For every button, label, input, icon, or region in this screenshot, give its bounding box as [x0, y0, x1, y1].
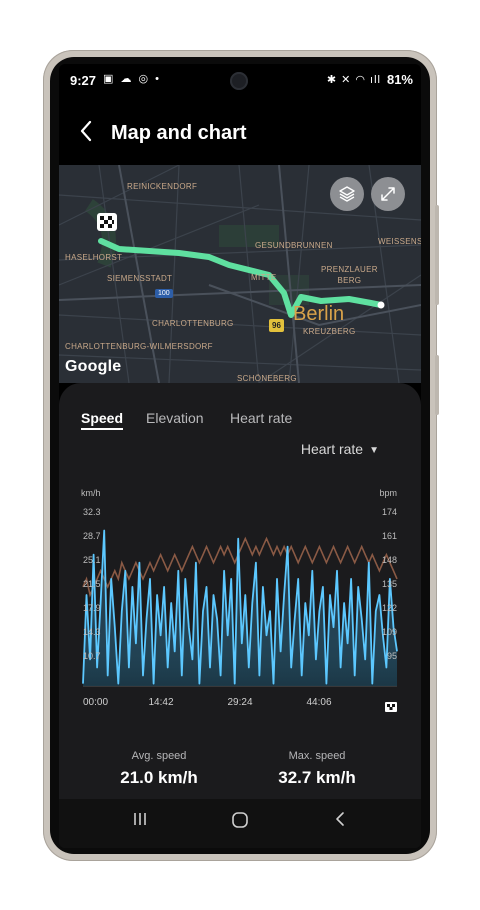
- map-label-berlin: Berlin: [293, 303, 345, 325]
- map-label-siemensstadt: SIEMENSSTADT: [107, 274, 173, 283]
- tab-heart-rate[interactable]: Heart rate: [230, 410, 292, 426]
- recent-apps-button[interactable]: [125, 811, 155, 835]
- page-title: Map and chart: [111, 122, 247, 144]
- map-expand-button[interactable]: [371, 177, 405, 211]
- y-right-tick-label: 161: [382, 531, 397, 541]
- power-button: [435, 205, 439, 305]
- map-label-gesundbrunnen: GESUNDBRUNNEN: [255, 241, 333, 250]
- overlay-dropdown[interactable]: Heart rate ▼: [301, 441, 379, 457]
- map-label-weissensee: WEISSENS: [378, 237, 421, 246]
- y-right-tick-label: 109: [382, 627, 397, 637]
- finish-flag-icon: [97, 213, 117, 231]
- notification-icons: ▣ ☁ ◎ •: [103, 73, 162, 85]
- map-label-charlottenburg-wilmersdorf: CHARLOTTENBURG-WILMERSDORF: [65, 342, 213, 351]
- map-label-haselhorst: HASELHORST: [65, 253, 123, 262]
- caret-down-icon: ▼: [369, 444, 379, 456]
- battery-level: 81%: [386, 72, 413, 87]
- recents-icon: [134, 813, 146, 825]
- map-label-reinickendorf: REINICKENDORF: [127, 182, 198, 191]
- y-left-tick-label: 10.7: [83, 651, 101, 661]
- max-speed-stat: Max. speed 32.7 km/h: [247, 750, 387, 788]
- tab-speed[interactable]: Speed: [81, 410, 124, 430]
- volume-button: [435, 355, 439, 415]
- home-button[interactable]: [225, 811, 255, 835]
- road-badge-100: 100: [155, 289, 173, 298]
- layers-icon: [339, 186, 355, 202]
- x-tick-label: 14:42: [148, 697, 173, 708]
- y-left-tick-label: 14.3: [83, 627, 101, 637]
- max-speed-value: 32.7 km/h: [278, 768, 356, 787]
- y-left-tick-label: 25.1: [83, 555, 101, 565]
- y-right-tick-label: 148: [382, 555, 397, 565]
- front-camera: [230, 72, 248, 90]
- map-label-schoneberg: SCHÖNEBERG: [237, 374, 297, 383]
- finish-flag-icon: [385, 702, 397, 712]
- x-tick-label: 00:00: [83, 697, 108, 708]
- y-right-axis-label: bpm: [379, 488, 397, 498]
- status-time: 9:27: [70, 73, 97, 88]
- avg-speed-value: 21.0 km/h: [120, 768, 198, 787]
- chart-card: Speed Elevation Heart rate Heart rate ▼ k…: [59, 383, 421, 848]
- back-arrow-icon: [80, 120, 92, 142]
- nav-back-button[interactable]: [325, 811, 355, 835]
- x-tick-label: 44:06: [306, 697, 331, 708]
- system-nav-bar: [59, 799, 421, 848]
- route-map[interactable]: REINICKENDORF HASELHORST SIEMENSSTADT CH…: [59, 165, 421, 383]
- google-logo: Google: [65, 358, 122, 375]
- y-left-axis-label: km/h: [81, 488, 101, 498]
- max-speed-label: Max. speed: [288, 750, 346, 762]
- x-tick-label: 29:24: [227, 697, 252, 708]
- tab-elevation[interactable]: Elevation: [146, 410, 204, 426]
- app-header: Map and chart: [59, 108, 421, 158]
- speed-chart: km/h bpm 32.3 28.7 25.1 21.5 17.9 14.3 10.7 174…: [81, 488, 398, 712]
- road-badge-96: 96: [269, 319, 284, 332]
- home-icon: [232, 812, 248, 828]
- y-left-tick-label: 21.5: [83, 579, 101, 589]
- map-layers-button[interactable]: [330, 177, 364, 211]
- y-right-tick-label: 95: [387, 651, 397, 661]
- y-right-tick-label: 174: [382, 507, 397, 517]
- overlay-dropdown-value: Heart rate: [300, 441, 364, 457]
- y-left-tick-label: 32.3: [83, 507, 101, 517]
- system-icons: ✱ ✕ ◠ ıll: [326, 74, 381, 86]
- map-label-kreuzberg: KREUZBERG: [303, 327, 356, 336]
- screen: 9:27 ▣ ☁ ◎ • ✱ ✕ ◠ ıll 81% Map and chart: [59, 64, 421, 848]
- avg-speed-stat: Avg. speed 21.0 km/h: [89, 750, 229, 788]
- y-right-tick-label: 135: [382, 579, 397, 589]
- status-bar: 9:27 ▣ ☁ ◎ • ✱ ✕ ◠ ıll 81%: [59, 64, 421, 98]
- map-label-prenzlauer-berg: PRENZLAUER BERG: [321, 265, 378, 285]
- back-button[interactable]: [79, 120, 101, 146]
- map-label-charlottenburg: CHARLOTTENBURG: [152, 319, 234, 328]
- y-right-tick-label: 122: [382, 603, 397, 613]
- back-icon: [336, 812, 344, 826]
- expand-icon: [381, 187, 395, 201]
- map-label-mitte: MITTE: [251, 273, 277, 282]
- y-left-tick-label: 28.7: [83, 531, 101, 541]
- y-left-tick-label: 17.9: [83, 603, 101, 613]
- avg-speed-label: Avg. speed: [131, 750, 187, 762]
- route-end-marker: [377, 301, 385, 309]
